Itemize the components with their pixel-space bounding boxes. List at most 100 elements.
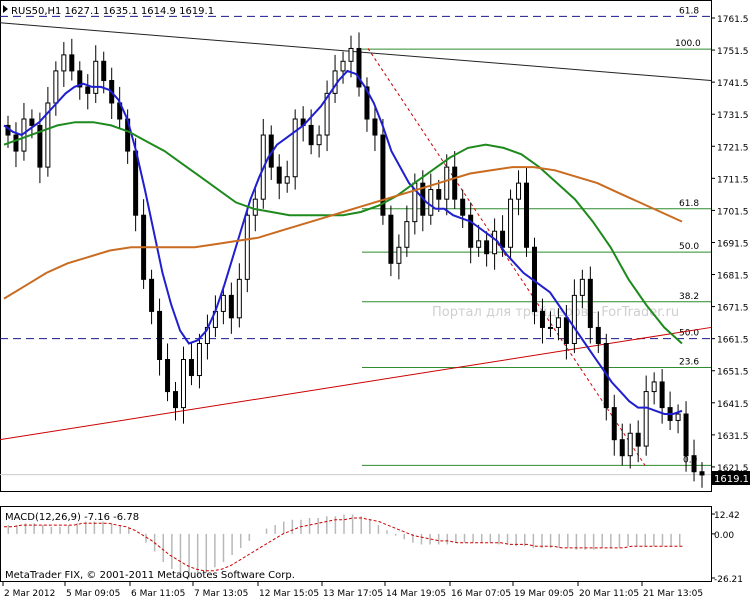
candle-body: [500, 230, 506, 248]
price-tick-label: 1641.5: [717, 400, 749, 410]
candle-body: [149, 278, 155, 312]
candle-body: [460, 198, 466, 216]
candle-body: [555, 317, 561, 328]
candle-body: [619, 439, 625, 457]
candle-body: [699, 471, 705, 476]
candle-body: [348, 47, 354, 62]
candle-body: [180, 359, 186, 409]
macd-tick-label: -26.21: [714, 575, 743, 585]
candle-body: [452, 166, 458, 200]
chart-window: 61.8100.061.850.038.250.023.60.0 Портал …: [0, 0, 750, 599]
candle-body: [524, 182, 530, 248]
candle-body: [93, 60, 99, 94]
candle-body: [61, 54, 67, 72]
macd-tick-label: 12.42: [714, 511, 740, 521]
candle-body: [547, 326, 553, 329]
candle-body: [101, 60, 107, 82]
price-tick-label: 1761.5: [717, 15, 749, 25]
price-tick-label: 1631.5: [717, 432, 749, 442]
time-tick-label: 19 Mar 09:05: [514, 589, 574, 599]
time-tick-label: 16 Mar 07:05: [451, 589, 511, 599]
candle-body: [173, 391, 179, 409]
fib-level-label: 38.2: [679, 292, 699, 302]
candle-body: [643, 391, 649, 447]
price-tick-label: 1711.5: [717, 175, 749, 185]
candle-body: [133, 150, 139, 216]
candle-body: [659, 381, 665, 409]
candle-body: [627, 432, 633, 457]
fib-level-label: 61.8: [679, 199, 699, 209]
time-tick-label: 12 Mar 15:05: [259, 589, 319, 599]
candle-body: [220, 294, 226, 312]
candle-body: [29, 118, 35, 126]
candle-body: [236, 278, 242, 319]
candle-body: [157, 310, 163, 361]
candle-body: [508, 198, 514, 248]
macd-axis: 12.42 0.00 -26.21: [711, 511, 743, 585]
candle-body: [635, 432, 641, 447]
fib-level-label: 50.0: [679, 242, 699, 252]
candle-body: [316, 134, 322, 146]
price-tick-label: 1731.5: [717, 111, 749, 121]
price-tick-label: 1681.5: [717, 272, 749, 282]
candle-body: [579, 278, 585, 296]
symbol-header: RUS50,H1 1627.1 1635.1 1614.9 1619.1: [11, 6, 214, 17]
candle-body: [691, 455, 697, 473]
price-tick-label: 1661.5: [717, 336, 749, 346]
candle-body: [13, 134, 19, 152]
fib-level-label: 100.0: [675, 39, 701, 49]
candle-body: [396, 246, 402, 264]
time-tick-label: 14 Mar 19:05: [386, 589, 446, 599]
candle-body: [492, 230, 498, 255]
fib-level-label: 61.8: [679, 6, 699, 16]
time-tick-label: 6 Mar 11:05: [131, 589, 185, 599]
fib-level-label: 23.6: [679, 358, 699, 368]
candle-body: [165, 359, 171, 393]
price-axis: 1761.5 1751.5 1741.5 1731.5 1721.5 1711.5 1701…: [711, 15, 749, 474]
candle-body: [188, 359, 194, 377]
candle-body: [196, 342, 202, 377]
price-tick-label: 1751.5: [717, 47, 749, 57]
price-tick-label: 1701.5: [717, 207, 749, 217]
candle-body: [587, 278, 593, 328]
price-tick-label: 1721.5: [717, 143, 749, 153]
watermark: Портал для трейдеров - ForTrader.ru: [432, 305, 679, 320]
candle-body: [276, 166, 282, 184]
candle-body: [252, 198, 258, 216]
candle-body: [651, 381, 657, 393]
candle-body: [85, 86, 91, 94]
candle-body: [244, 214, 250, 280]
time-axis: 2 Mar 2012 5 Mar 09:05 6 Mar 11:05 7 Mar 13…: [2, 582, 703, 599]
candle-body: [595, 326, 601, 344]
time-tick-label: 21 Mar 13:05: [643, 589, 703, 599]
candle-body: [539, 310, 545, 328]
candle-body: [340, 60, 346, 72]
candle-body: [53, 70, 59, 104]
candle-body: [444, 166, 450, 200]
candle-body: [228, 294, 234, 319]
price-tick-label: 1741.5: [717, 79, 749, 89]
candle-body: [571, 294, 577, 344]
candle-body: [388, 214, 394, 264]
candle-body: [563, 317, 569, 344]
candle-body: [372, 118, 378, 136]
candle-body: [611, 407, 617, 441]
candle-body: [516, 182, 522, 200]
time-tick-label: 7 Mar 13:05: [194, 589, 248, 599]
candle-body: [308, 124, 314, 146]
candle-body: [683, 413, 689, 457]
candle-body: [284, 176, 290, 184]
candle-body: [476, 240, 482, 248]
candle-body: [69, 54, 75, 72]
candle-body: [484, 240, 490, 255]
candle-body: [292, 118, 298, 178]
last-price-label: 1619.1: [714, 474, 749, 485]
time-tick-label: 20 Mar 11:05: [579, 589, 639, 599]
candle-body: [436, 189, 442, 200]
price-tick-label: 1691.5: [717, 239, 749, 249]
candle-body: [428, 189, 434, 216]
macd-tick-label: 0.00: [714, 531, 734, 541]
candle-body: [404, 221, 410, 248]
copyright-label: MetaTrader FIX, © 2001-2011 MetaQuotes S…: [5, 570, 295, 581]
price-tick-label: 1671.5: [717, 304, 749, 314]
